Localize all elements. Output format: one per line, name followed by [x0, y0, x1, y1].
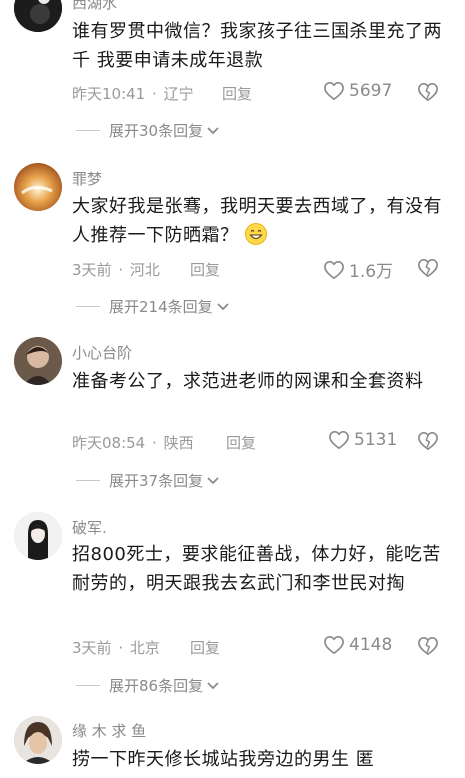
broken-heart-icon	[417, 431, 439, 451]
location: 陕西	[163, 434, 194, 452]
expand-replies[interactable]: 展开214条回复	[76, 296, 230, 317]
comment-text: 大家好我是张骞，我明天要去西域了，有没有人推荐一下防晒霜？	[72, 192, 442, 250]
chevron-down-icon	[216, 298, 230, 316]
like-count: 4148	[349, 635, 393, 655]
expand-replies-label: 展开30条回复	[109, 122, 204, 140]
meta-separator: ·	[118, 639, 124, 657]
reply-button[interactable]: 回复	[190, 637, 220, 658]
dislike-button[interactable]	[417, 431, 439, 451]
like-count: 1.6万	[349, 262, 394, 282]
timestamp: 3天前	[72, 261, 112, 279]
reply-button[interactable]: 回复	[222, 83, 252, 104]
expand-replies-label: 展开37条回复	[109, 472, 204, 490]
username[interactable]: 西湖水	[72, 0, 117, 13]
expand-replies[interactable]: 展开30条回复	[76, 120, 220, 141]
grinning-emoji	[244, 223, 267, 245]
reply-button[interactable]: 回复	[190, 259, 220, 280]
broken-heart-icon	[417, 636, 439, 656]
avatar[interactable]	[14, 0, 62, 32]
broken-heart-icon	[417, 258, 439, 278]
avatar[interactable]	[14, 512, 62, 560]
heart-icon	[323, 260, 345, 280]
like-button[interactable]: 1.6万	[323, 257, 393, 282]
location: 北京	[129, 639, 160, 657]
comment-meta: 3天前 · 北京	[72, 637, 160, 658]
chevron-down-icon	[206, 472, 220, 490]
timestamp: 昨天10:41	[72, 85, 146, 103]
divider	[76, 306, 100, 307]
broken-heart-icon	[417, 82, 439, 102]
timestamp: 昨天08:54	[72, 434, 146, 452]
location: 河北	[129, 261, 160, 279]
comment-meta: 昨天10:41 · 辽宁	[72, 83, 194, 104]
like-button[interactable]: 5131	[328, 430, 397, 450]
expand-replies-label: 展开86条回复	[109, 677, 204, 695]
username[interactable]: 破军.	[72, 517, 107, 538]
dislike-button[interactable]	[417, 636, 439, 656]
like-count: 5131	[354, 430, 398, 450]
comment-text: 准备考公了，求范进老师的网课和全套资料	[72, 371, 424, 392]
avatar[interactable]	[14, 337, 62, 385]
heart-icon	[328, 430, 350, 450]
comment-text: 捞一下昨天修长城站我旁边的男生 匿	[72, 749, 375, 770]
expand-replies-label: 展开214条回复	[109, 298, 213, 316]
like-button[interactable]: 5697	[323, 81, 392, 101]
comment-meta: 昨天08:54 · 陕西	[72, 432, 194, 453]
dislike-button[interactable]	[417, 82, 439, 102]
chevron-down-icon	[206, 677, 220, 695]
heart-icon	[323, 81, 345, 101]
comment-text: 招800死士，要求能征善战，体力好，能吃苦耐劳的，明天跟我去玄武门和李世民对掏	[72, 544, 441, 594]
like-count: 5697	[349, 81, 393, 101]
dislike-button[interactable]	[417, 258, 439, 278]
chevron-down-icon	[206, 122, 220, 140]
comment-text: 谁有罗贯中微信？我家孩子往三国杀里充了两千 我要申请未成年退款	[72, 21, 442, 71]
expand-replies[interactable]: 展开37条回复	[76, 470, 220, 491]
expand-replies[interactable]: 展开86条回复	[76, 675, 220, 696]
like-button[interactable]: 4148	[323, 635, 392, 655]
comment-meta: 3天前 · 河北	[72, 259, 160, 280]
divider	[76, 685, 100, 686]
divider	[76, 480, 100, 481]
meta-separator: ·	[152, 434, 157, 452]
username[interactable]: 罪梦	[72, 168, 102, 189]
divider	[76, 130, 100, 131]
meta-separator: ·	[152, 85, 157, 103]
username[interactable]: 小心台阶	[72, 342, 132, 363]
reply-button[interactable]: 回复	[226, 432, 256, 453]
username[interactable]: 缘 木 求 鱼	[72, 720, 146, 741]
location: 辽宁	[163, 85, 194, 103]
avatar[interactable]	[14, 716, 62, 764]
heart-icon	[323, 635, 345, 655]
meta-separator: ·	[118, 261, 124, 279]
avatar[interactable]	[14, 163, 62, 211]
timestamp: 3天前	[72, 639, 112, 657]
